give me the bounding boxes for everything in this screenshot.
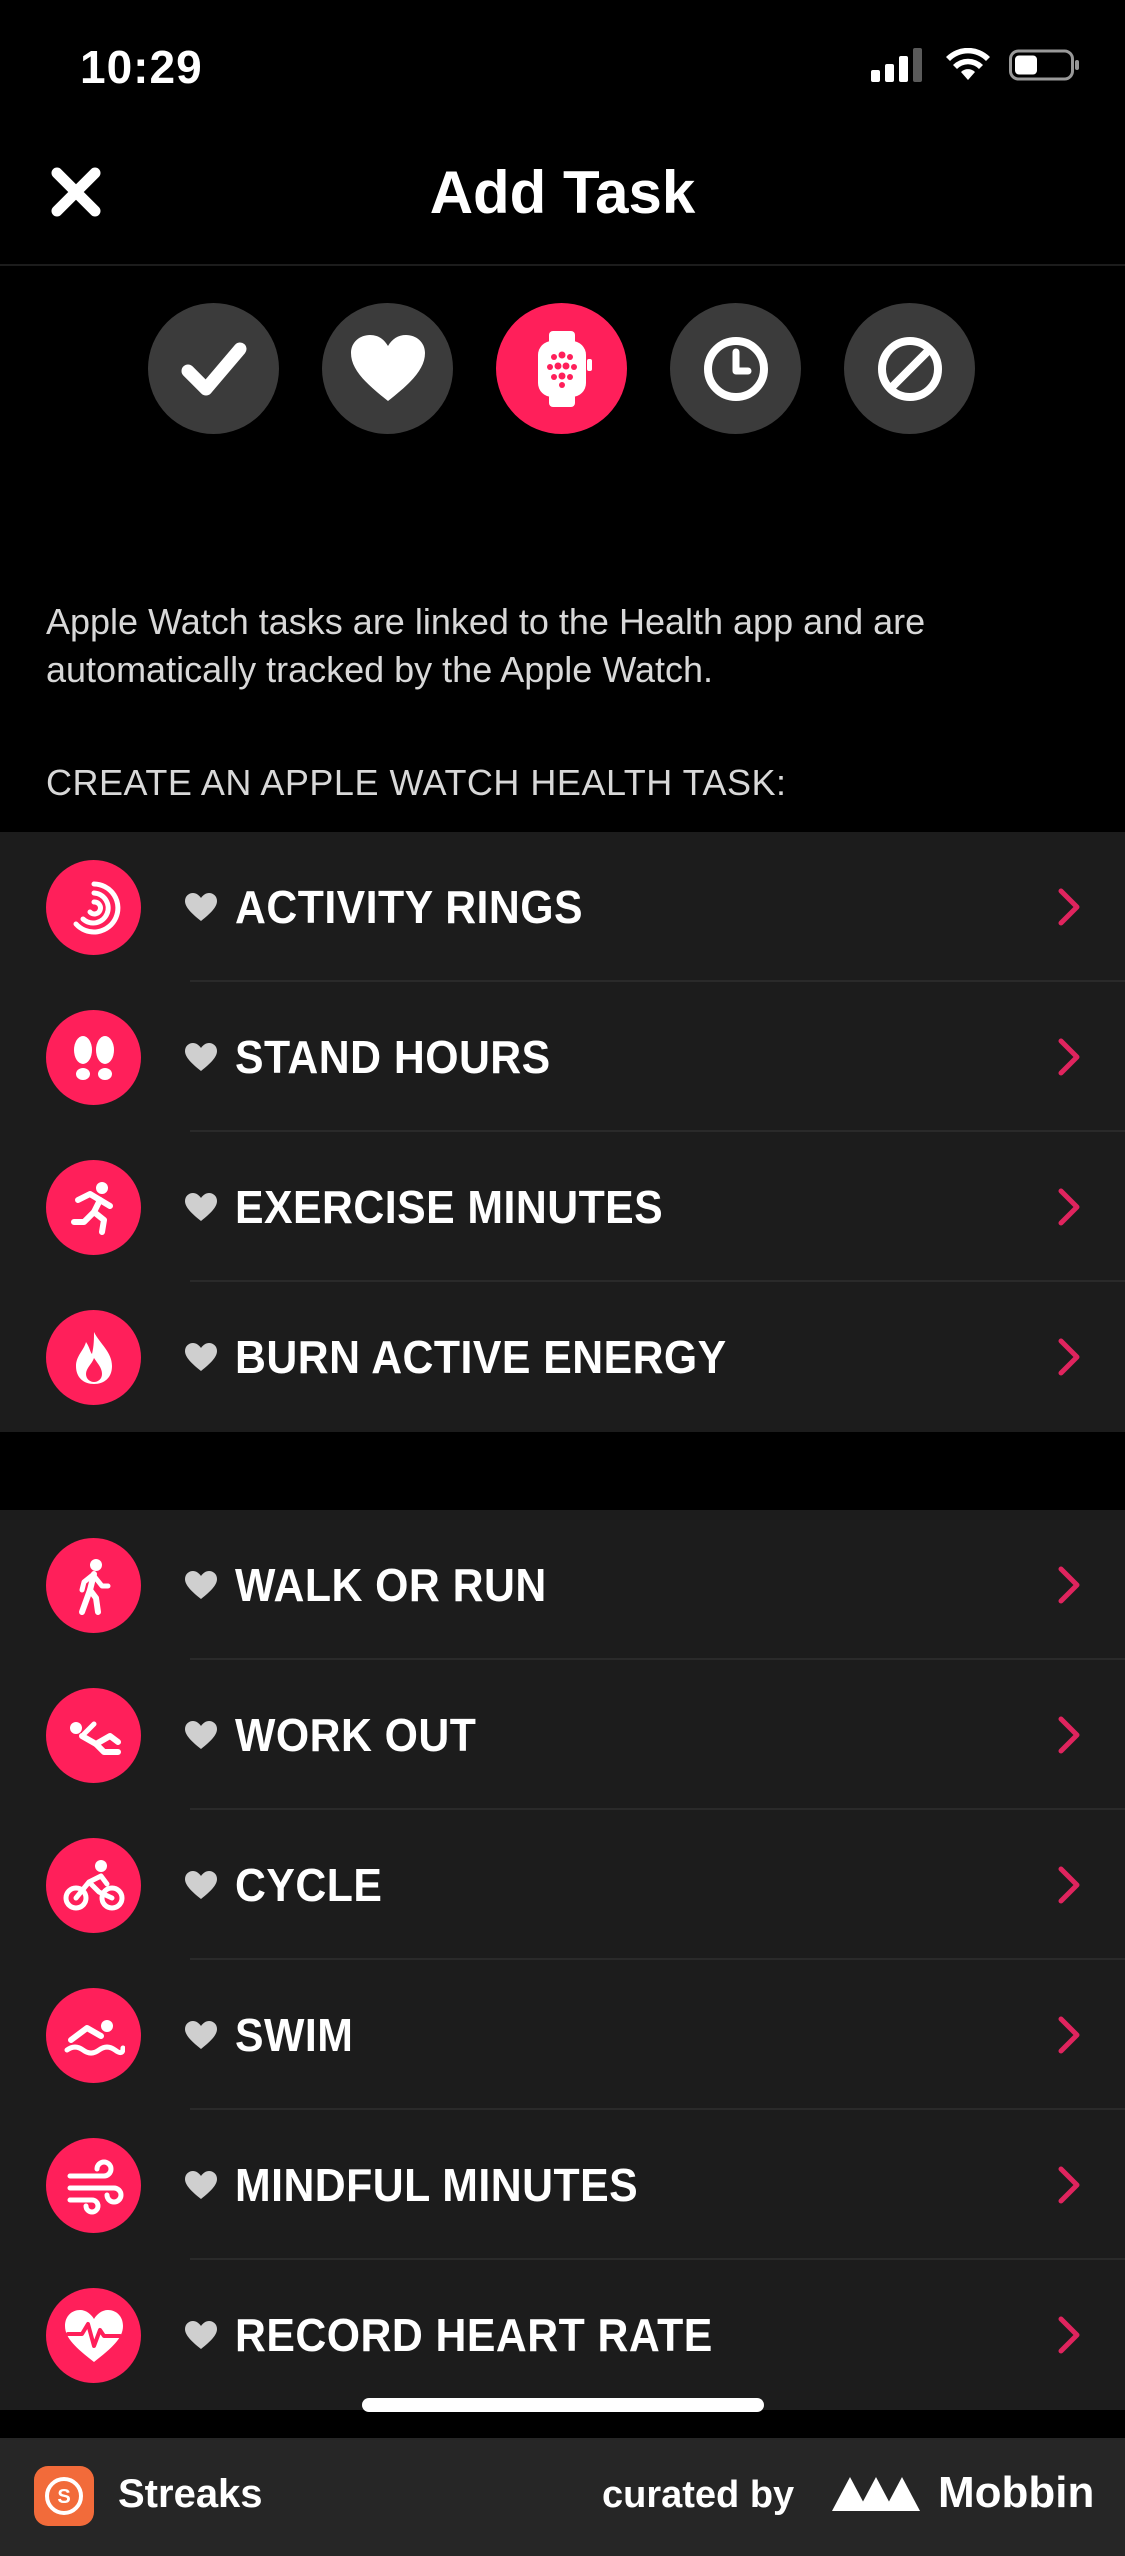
health-heart-icon — [185, 1193, 217, 1221]
chevron-right-icon — [1058, 2016, 1080, 2054]
task-row-label: MINDFUL MINUTES — [235, 2159, 639, 2211]
task-row-label: SWIM — [235, 2009, 354, 2061]
health-heart-icon — [185, 1571, 217, 1599]
clock-icon — [703, 336, 768, 401]
status-time: 10:29 — [80, 41, 203, 93]
battery-icon — [1009, 49, 1079, 81]
apple-watch-icon — [537, 330, 592, 407]
workout-icon — [46, 1688, 141, 1783]
chevron-right-icon — [1058, 2166, 1080, 2204]
chevron-right-icon — [1058, 2316, 1080, 2354]
nav-bar: Add Task — [0, 130, 1125, 266]
status-icons — [871, 48, 1081, 82]
task-row-label: WALK OR RUN — [235, 1559, 547, 1611]
health-heart-icon — [185, 1871, 217, 1899]
task-type-heart-button[interactable] — [322, 303, 453, 434]
activity-rings-icon — [46, 860, 141, 955]
task-row-exercise-minutes[interactable]: EXERCISE MINUTES — [0, 1132, 1125, 1282]
health-heart-icon — [185, 1043, 217, 1071]
task-row-label: CYCLE — [235, 1859, 383, 1911]
chevron-right-icon — [1058, 1866, 1080, 1904]
prohibited-icon — [877, 336, 942, 401]
chevron-right-icon — [1058, 1716, 1080, 1754]
flame-icon — [46, 1310, 141, 1405]
swimming-icon — [46, 1988, 141, 2083]
svg-text:S: S — [57, 2486, 70, 2508]
home-indicator — [362, 2398, 764, 2412]
chevron-right-icon — [1058, 888, 1080, 926]
task-row-record-heart-rate[interactable]: RECORD HEART RATE — [0, 2260, 1125, 2410]
curated-by-label: curated by — [602, 2474, 795, 2516]
health-task-group-1: ACTIVITY RINGS STAND HOURS EXERCISE MINU… — [0, 832, 1125, 1432]
task-row-label: BURN ACTIVE ENERGY — [235, 1331, 727, 1383]
task-row-cycle[interactable]: CYCLE — [0, 1810, 1125, 1960]
health-heart-icon — [185, 2021, 217, 2049]
chevron-right-icon — [1058, 1566, 1080, 1604]
checkmark-icon — [181, 342, 246, 395]
chevron-right-icon — [1058, 1188, 1080, 1226]
task-type-prohibited-button[interactable] — [844, 303, 975, 434]
app-name: Streaks — [118, 2472, 263, 2516]
health-heart-icon — [185, 893, 217, 921]
status-bar: 10:29 — [0, 0, 1125, 130]
task-type-apple-watch-button[interactable] — [496, 303, 627, 434]
running-icon — [46, 1160, 141, 1255]
wifi-icon — [946, 48, 990, 80]
task-type-checkmark-button[interactable] — [148, 303, 279, 434]
chevron-right-icon — [1058, 1038, 1080, 1076]
task-type-selector — [148, 303, 975, 434]
brand: Mobbin — [832, 2468, 1094, 2518]
heart-icon — [350, 334, 425, 401]
streaks-app-icon: S — [34, 2466, 94, 2526]
task-row-burn-active-energy[interactable]: BURN ACTIVE ENERGY — [0, 1282, 1125, 1432]
section-label: CREATE AN APPLE WATCH HEALTH TASK: — [46, 762, 787, 803]
health-heart-icon — [185, 1721, 217, 1749]
task-row-label: ACTIVITY RINGS — [235, 881, 584, 933]
health-heart-icon — [185, 1343, 217, 1371]
health-heart-icon — [185, 2171, 217, 2199]
wind-icon — [46, 2138, 141, 2233]
health-heart-icon — [185, 2321, 217, 2349]
task-row-mindful-minutes[interactable]: MINDFUL MINUTES — [0, 2110, 1125, 2260]
chevron-right-icon — [1058, 1338, 1080, 1376]
task-type-clock-button[interactable] — [670, 303, 801, 434]
task-row-label: RECORD HEART RATE — [235, 2309, 713, 2361]
task-row-swim[interactable]: SWIM — [0, 1960, 1125, 2110]
mobbin-logo-icon — [832, 2477, 920, 2511]
task-row-label: EXERCISE MINUTES — [235, 1181, 664, 1233]
page-title: Add Task — [429, 159, 696, 226]
footprints-icon — [46, 1010, 141, 1105]
task-row-label: WORK OUT — [235, 1709, 477, 1761]
footer-bar: S Streaks curated by Mobbin — [0, 2438, 1125, 2556]
task-row-walk-or-run[interactable]: WALK OR RUN — [0, 1510, 1125, 1660]
bicycle-icon — [46, 1838, 141, 1933]
health-task-group-2: WALK OR RUN WORK OUT CYCLE SWIM MINDFUL … — [0, 1510, 1125, 2410]
cellular-signal-icon — [871, 48, 922, 82]
task-row-stand-hours[interactable]: STAND HOURS — [0, 982, 1125, 1132]
task-row-activity-rings[interactable]: ACTIVITY RINGS — [0, 832, 1125, 982]
walking-icon — [46, 1538, 141, 1633]
task-row-label: STAND HOURS — [235, 1031, 551, 1083]
task-row-work-out[interactable]: WORK OUT — [0, 1660, 1125, 1810]
heart-rate-icon — [46, 2288, 141, 2383]
brand-name: Mobbin — [938, 2468, 1095, 2517]
description-text: Apple Watch tasks are linked to the Heal… — [46, 601, 926, 690]
